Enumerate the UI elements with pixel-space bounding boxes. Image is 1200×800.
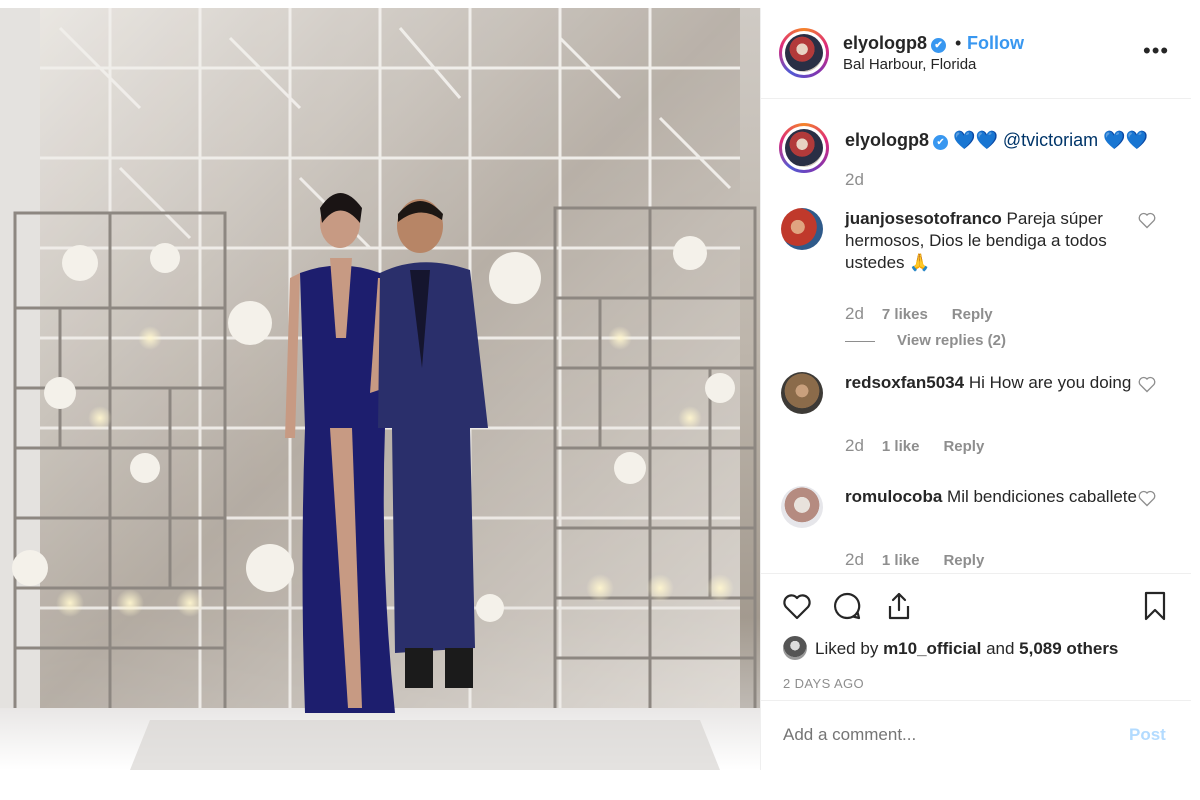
comment-text: romulocoba Mil bendiciones caballete xyxy=(845,486,1141,508)
reply-button[interactable]: Reply xyxy=(943,438,984,455)
reply-button[interactable]: Reply xyxy=(952,306,993,323)
caption-username[interactable]: elyologp8 xyxy=(845,130,929,150)
view-replies-button[interactable]: View replies (2) xyxy=(845,332,1006,349)
comment-likes[interactable]: 7 likes xyxy=(882,306,928,323)
add-comment-bar: Post xyxy=(761,700,1191,770)
comment-bubble-icon[interactable] xyxy=(831,590,863,622)
liked-by-user[interactable]: m10_official xyxy=(883,639,981,658)
comment-text: redsoxfan5034 Hi How are you doing xyxy=(845,372,1141,394)
add-comment-input[interactable] xyxy=(783,725,1103,745)
comment-time[interactable]: 2d xyxy=(845,304,864,323)
blue-hearts-emoji: 💙💙 xyxy=(953,130,998,150)
commenter-username[interactable]: juanjosesotofranco xyxy=(845,209,1002,228)
liked-by-others-link[interactable]: 5,089 others xyxy=(1019,639,1118,658)
comment-meta: 2d 1 like Reply xyxy=(845,550,984,570)
author-username[interactable]: elyologp8 ✔ xyxy=(843,33,947,54)
view-replies-label[interactable]: View replies (2) xyxy=(897,332,1006,349)
photo-illustration xyxy=(0,8,760,770)
follow-button[interactable]: Follow xyxy=(967,33,1024,54)
post-date[interactable]: 2 DAYS AGO xyxy=(783,676,864,691)
comment-time[interactable]: 2d xyxy=(845,550,864,569)
comment-meta: 2d 1 like Reply xyxy=(845,436,984,456)
commenter-avatar[interactable] xyxy=(781,208,823,250)
comment-time[interactable]: 2d xyxy=(845,436,864,455)
comment-text: juanjosesotofranco Pareja súper hermosos… xyxy=(845,208,1141,274)
like-comment-heart-icon[interactable] xyxy=(1137,374,1157,394)
post-comment-button[interactable]: Post xyxy=(1129,725,1166,745)
post-photo[interactable] xyxy=(0,8,760,770)
reply-button[interactable]: Reply xyxy=(943,552,984,569)
instagram-post: elyologp8 ✔ • Follow Bal Harbour, Florida… xyxy=(0,0,1200,800)
caption-avatar[interactable] xyxy=(779,123,829,173)
liked-by-prefix: Liked by xyxy=(815,639,879,658)
share-upload-icon[interactable] xyxy=(883,590,915,622)
caption-mention-link[interactable]: @tvictoriam xyxy=(1003,130,1098,150)
comment-body: Hi How are you doing xyxy=(968,373,1132,392)
caption-text: elyologp8 ✔ 💙💙 @tvictoriam 💙💙 xyxy=(845,130,1148,151)
commenter-avatar[interactable] xyxy=(781,486,823,528)
like-comment-heart-icon[interactable] xyxy=(1137,210,1157,230)
post-header: elyologp8 ✔ • Follow Bal Harbour, Florida… xyxy=(761,8,1191,99)
author-avatar[interactable] xyxy=(779,28,829,78)
comment-meta: 2d 7 likes Reply xyxy=(845,304,993,324)
liked-by-summary: Liked by m10_official and 5,089 others xyxy=(783,636,1118,660)
caption-time[interactable]: 2d xyxy=(845,170,864,190)
more-options-icon[interactable]: ••• xyxy=(1143,38,1169,64)
comment-likes[interactable]: 1 like xyxy=(882,438,920,455)
comment-body: Mil bendiciones caballete xyxy=(947,487,1137,506)
comments-list[interactable]: elyologp8 ✔ 💙💙 @tvictoriam 💙💙 2d juanjose… xyxy=(761,100,1191,572)
separator-dot: • xyxy=(955,33,962,53)
blue-hearts-emoji: 💙💙 xyxy=(1103,130,1149,150)
post-side-panel: elyologp8 ✔ • Follow Bal Harbour, Florida… xyxy=(760,8,1191,770)
author-username-text[interactable]: elyologp8 xyxy=(843,33,927,53)
liked-by-avatar[interactable] xyxy=(783,636,807,660)
replies-divider-line xyxy=(845,340,875,342)
commenter-avatar[interactable] xyxy=(781,372,823,414)
commenter-username[interactable]: romulocoba xyxy=(845,487,942,506)
location-link[interactable]: Bal Harbour, Florida xyxy=(843,56,976,73)
verified-badge-icon: ✔ xyxy=(931,38,947,53)
commenter-username[interactable]: redsoxfan5034 xyxy=(845,373,964,392)
save-bookmark-icon[interactable] xyxy=(1139,590,1171,622)
like-heart-icon[interactable] xyxy=(781,590,813,622)
liked-by-and: and xyxy=(986,639,1015,658)
like-comment-heart-icon[interactable] xyxy=(1137,488,1157,508)
post-actions: Liked by m10_official and 5,089 others 2… xyxy=(761,573,1191,699)
comment-likes[interactable]: 1 like xyxy=(882,552,920,569)
verified-badge-icon: ✔ xyxy=(933,135,949,150)
